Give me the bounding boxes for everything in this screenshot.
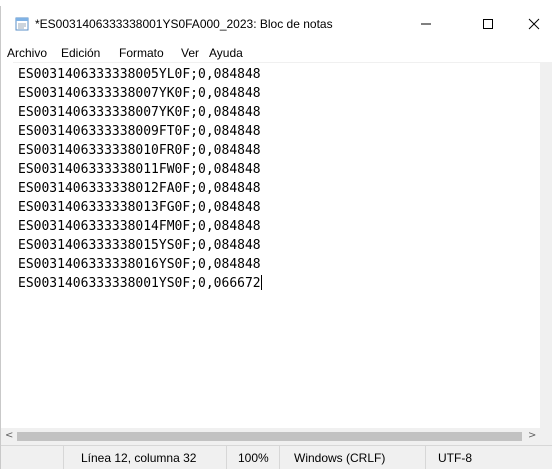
text-line: ES0031406333338011FW0F;0,084848 xyxy=(18,162,261,177)
minimize-icon xyxy=(421,23,431,25)
text-line-content: ES0031406333338001YS0F;0,066672 xyxy=(18,276,261,291)
scroll-left-arrow[interactable]: < xyxy=(5,430,13,441)
status-separator xyxy=(226,446,227,469)
menu-archivo[interactable]: Archivo xyxy=(7,46,47,60)
text-line: ES0031406333338005YL0F;0,084848 xyxy=(18,67,261,82)
window-title: *ES0031406333338001YS0FA000_2023: Bloc d… xyxy=(35,17,333,31)
menu-ver[interactable]: Ver xyxy=(181,46,199,60)
notepad-icon xyxy=(15,17,29,31)
notepad-window: *ES0031406333338001YS0FA000_2023: Bloc d… xyxy=(0,6,552,469)
text-line: ES0031406333338015YS0F;0,084848 xyxy=(18,238,261,253)
close-button[interactable] xyxy=(511,6,552,42)
scroll-right-arrow[interactable]: > xyxy=(528,430,536,441)
menu-ayuda[interactable]: Ayuda xyxy=(209,46,243,60)
horizontal-scrollbar[interactable]: < > xyxy=(1,428,540,445)
text-line: ES0031406333338007YK0F;0,084848 xyxy=(18,105,261,120)
status-separator xyxy=(279,446,280,469)
status-encoding: UTF-8 xyxy=(438,451,472,465)
status-zoom: 100% xyxy=(238,451,269,465)
text-line: ES0031406333338012FA0F;0,084848 xyxy=(18,181,261,196)
text-caret xyxy=(260,275,262,290)
status-separator xyxy=(63,446,64,469)
status-bar: Línea 12, columna 32 100% Windows (CRLF)… xyxy=(1,445,552,469)
status-separator xyxy=(425,446,426,469)
menu-formato[interactable]: Formato xyxy=(119,46,164,60)
menu-bar: Archivo Edición Formato Ver Ayuda xyxy=(1,42,552,62)
menu-edicion[interactable]: Edición xyxy=(61,46,100,60)
maximize-button[interactable] xyxy=(465,6,511,42)
title-bar[interactable]: *ES0031406333338001YS0FA000_2023: Bloc d… xyxy=(1,6,552,42)
text-line: ES0031406333338014FM0F;0,084848 xyxy=(18,219,261,234)
text-line: ES0031406333338013FG0F;0,084848 xyxy=(18,200,261,215)
text-editor[interactable]: ES0031406333338005YL0F;0,084848 ES003140… xyxy=(13,62,540,428)
text-line: ES0031406333338010FR0F;0,084848 xyxy=(18,143,261,158)
text-line: ES0031406333338007YK0F;0,084848 xyxy=(18,86,261,101)
minimize-button[interactable] xyxy=(403,6,449,42)
scrollbar-corner xyxy=(540,428,552,445)
status-line-ending: Windows (CRLF) xyxy=(294,451,386,465)
text-line: ES0031406333338009FT0F;0,084848 xyxy=(18,124,261,139)
maximize-icon xyxy=(483,19,493,29)
status-position: Línea 12, columna 32 xyxy=(81,451,197,465)
vertical-scrollbar[interactable] xyxy=(540,62,552,428)
text-line: ES0031406333338016YS0F;0,084848 xyxy=(18,257,261,272)
text-line-last: ES0031406333338001YS0F;0,066672 xyxy=(18,274,262,293)
close-icon xyxy=(528,18,540,30)
horizontal-scroll-thumb[interactable] xyxy=(17,432,522,441)
